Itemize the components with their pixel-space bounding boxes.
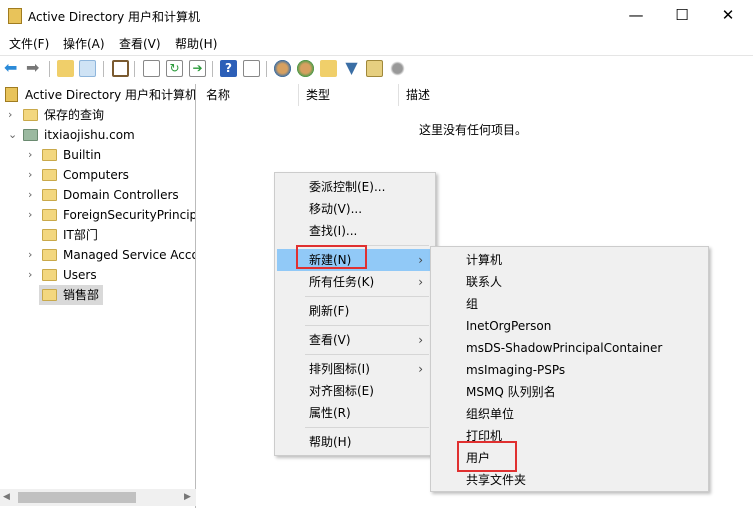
tree-item-domain-controllers[interactable]: › Domain Controllers	[0, 185, 195, 205]
annotation-box-new	[296, 245, 367, 269]
annotation-box-user	[457, 441, 517, 472]
help-icon[interactable]: ?	[220, 60, 237, 77]
title-bar: Active Directory 用户和计算机 — ☐ ✕	[0, 0, 753, 32]
chevron-right-icon[interactable]: ›	[8, 105, 18, 125]
ou-icon	[42, 229, 57, 241]
tree-item-sales-selected[interactable]: 销售部	[39, 285, 103, 305]
submenu-item-computer[interactable]: 计算机	[433, 249, 705, 271]
menu-action[interactable]: 操作(A)	[63, 35, 105, 52]
filter-icon[interactable]: ▼	[343, 60, 360, 77]
scroll-right-icon[interactable]: ▶	[184, 492, 191, 502]
scroll-thumb[interactable]	[18, 492, 136, 503]
submenu-item-ou[interactable]: 组织单位	[433, 403, 705, 425]
chevron-right-icon: ›	[418, 362, 423, 376]
submenu-item-shared-folder[interactable]: 共享文件夹	[433, 469, 705, 491]
ou-icon	[42, 289, 57, 301]
menu-item-delegate[interactable]: 委派控制(E)...	[277, 176, 433, 198]
maximize-button[interactable]: ☐	[659, 0, 705, 32]
chevron-right-icon: ›	[418, 275, 423, 289]
menu-item-refresh[interactable]: 刷新(F)	[277, 300, 433, 322]
column-name[interactable]: 名称	[199, 84, 299, 106]
menu-item-align-icons[interactable]: 对齐图标(E)	[277, 380, 433, 402]
folder-icon	[42, 149, 57, 161]
tree-item-foreign-security[interactable]: › ForeignSecurityPrincipals	[0, 205, 195, 225]
menu-help[interactable]: 帮助(H)	[175, 35, 217, 52]
new-group-icon[interactable]	[297, 60, 314, 77]
chevron-right-icon: ›	[418, 333, 423, 347]
new-user-icon[interactable]	[274, 60, 291, 77]
chevron-right-icon: ›	[28, 248, 33, 261]
menu-item-arrange-icons[interactable]: 排列图标(I) ›	[277, 358, 433, 380]
submenu-item-inetorgperson[interactable]: InetOrgPerson	[433, 315, 705, 337]
up-folder-icon[interactable]	[57, 60, 74, 77]
menu-item-help[interactable]: 帮助(H)	[277, 431, 433, 453]
tree-item-builtin[interactable]: › Builtin	[0, 145, 195, 165]
tree-item-computers[interactable]: › Computers	[0, 165, 195, 185]
toolbar: ⬅ ➡ ↻ ➔ ? ▼	[0, 55, 753, 81]
chevron-right-icon: ›	[28, 268, 33, 281]
refresh-icon[interactable]: ↻	[166, 60, 183, 77]
menu-item-all-tasks[interactable]: 所有任务(K) ›	[277, 271, 433, 293]
tree-item-domain[interactable]: ⌄ itxiaojishu.com	[0, 125, 195, 145]
folder-icon	[42, 169, 57, 181]
chevron-right-icon: ›	[418, 253, 423, 267]
find-icon[interactable]	[366, 60, 383, 77]
submenu-item-msimaging[interactable]: msImaging-PSPs	[433, 359, 705, 381]
new-ou-icon[interactable]	[320, 60, 337, 77]
folder-icon	[42, 249, 57, 261]
window-title: Active Directory 用户和计算机	[28, 10, 201, 24]
ou-icon	[42, 189, 57, 201]
column-type[interactable]: 类型	[299, 84, 399, 106]
folder-icon	[42, 209, 57, 221]
app-icon	[8, 8, 22, 24]
export-icon[interactable]: ➔	[189, 60, 206, 77]
chevron-right-icon: ›	[28, 188, 33, 201]
tree-item-users[interactable]: › Users	[0, 265, 195, 285]
submenu-item-shadow-principal[interactable]: msDS-ShadowPrincipalContainer	[433, 337, 705, 359]
chevron-down-icon[interactable]: ⌄	[8, 125, 18, 145]
menu-bar: 文件(F) 操作(A) 查看(V) 帮助(H)	[0, 32, 753, 54]
chevron-right-icon: ›	[28, 168, 33, 181]
tree-item-saved-queries[interactable]: › 保存的查询	[0, 105, 195, 125]
context-menu: 委派控制(E)... 移动(V)... 查找(I)... 新建(N) › 所有任务…	[274, 172, 436, 456]
show-tree-icon[interactable]	[79, 60, 96, 77]
folder-icon	[23, 109, 38, 121]
submenu-item-group[interactable]: 组	[433, 293, 705, 315]
menu-item-find[interactable]: 查找(I)...	[277, 220, 433, 242]
forward-icon[interactable]: ➡	[26, 60, 43, 77]
menu-file[interactable]: 文件(F)	[9, 35, 49, 52]
menu-view[interactable]: 查看(V)	[119, 35, 161, 52]
tree-pane: Active Directory 用户和计算机 › 保存的查询 ⌄ itxiao…	[0, 84, 196, 508]
domain-icon	[23, 129, 38, 141]
folder-icon	[42, 269, 57, 281]
close-button[interactable]: ✕	[705, 0, 751, 32]
horizontal-scrollbar[interactable]: ◀ ▶	[0, 489, 196, 506]
action-pane-icon[interactable]	[243, 60, 260, 77]
menu-item-properties[interactable]: 属性(R)	[277, 402, 433, 424]
menu-item-move[interactable]: 移动(V)...	[277, 198, 433, 220]
chevron-right-icon: ›	[28, 208, 33, 221]
tree-item-it-dept[interactable]: IT部门	[0, 225, 195, 245]
submenu-item-contact[interactable]: 联系人	[433, 271, 705, 293]
clipboard-icon[interactable]	[112, 60, 129, 77]
tree-item-managed-service[interactable]: › Managed Service Accounts	[0, 245, 195, 265]
back-icon[interactable]: ⬅	[4, 60, 21, 77]
tree-root[interactable]: Active Directory 用户和计算机	[0, 85, 195, 105]
menu-item-view[interactable]: 查看(V) ›	[277, 329, 433, 351]
column-description[interactable]: 描述	[399, 84, 753, 106]
empty-message: 这里没有任何项目。	[419, 123, 528, 137]
chevron-right-icon: ›	[28, 148, 33, 161]
properties-icon[interactable]	[143, 60, 160, 77]
submenu-item-msmq[interactable]: MSMQ 队列别名	[433, 381, 705, 403]
minimize-button[interactable]: —	[613, 0, 659, 32]
delegate-icon[interactable]	[389, 60, 406, 77]
scroll-left-icon[interactable]: ◀	[3, 492, 10, 502]
